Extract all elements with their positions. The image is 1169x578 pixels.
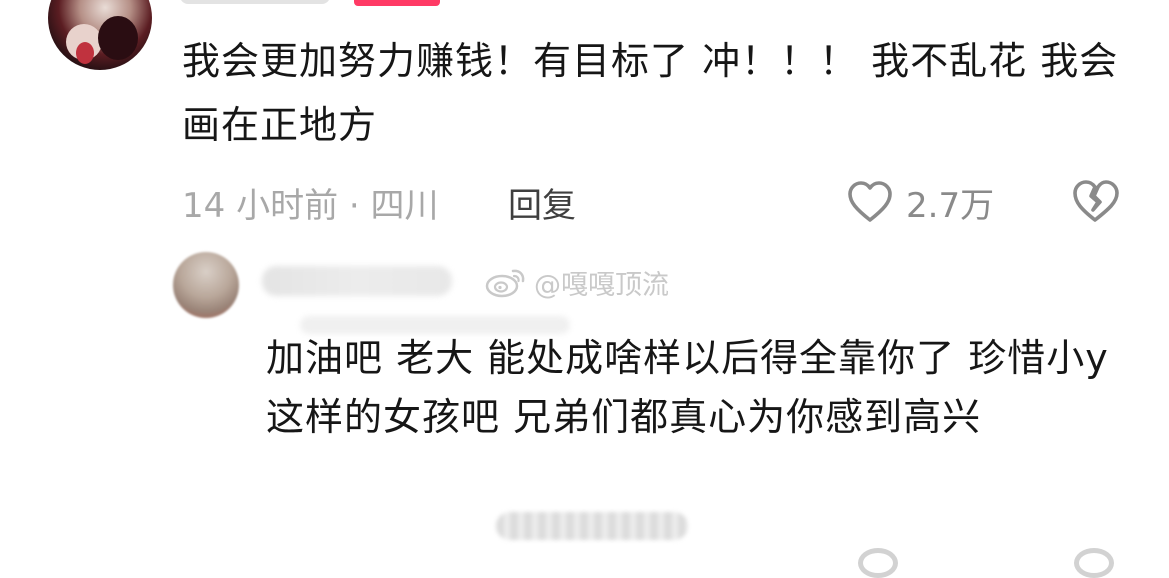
like-button[interactable]: 2.7万 [846, 174, 994, 230]
dislike-button[interactable] [1070, 178, 1120, 226]
heart-outline-icon [848, 181, 892, 222]
reply-avatar[interactable] [173, 252, 239, 318]
author-tag [354, 0, 440, 6]
dislike-icon-cropped[interactable] [1074, 548, 1114, 578]
reply-username-blurred [262, 266, 452, 296]
weibo-logo-icon [485, 269, 525, 298]
comment-time-location: 14 小时前 · 四川 [182, 176, 439, 228]
reply-button[interactable]: 回复 [508, 176, 576, 228]
watermark: @嘎嘎顶流 [484, 262, 669, 302]
avatar[interactable] [48, 0, 152, 70]
reply-meta-blurred [496, 512, 688, 540]
reply-text: 加油吧 老大 能处成啥样以后得全靠你了 珍惜小y这样的女孩吧 兄弟们都真心为你感… [266, 336, 1109, 439]
like-count: 2.7万 [906, 185, 995, 226]
watermark-text: @嘎嘎顶流 [534, 269, 669, 301]
username-remnant [180, 0, 330, 4]
comment-text: 我会更加努力赚钱！有目标了 冲！！！ 我不乱花 我会画在正地方 [182, 39, 1119, 147]
like-icon-cropped[interactable] [858, 548, 898, 578]
time-location-label: 14 小时前 · 四川 [182, 185, 439, 226]
reply-label: 回复 [508, 185, 576, 226]
broken-heart-icon [1073, 180, 1119, 222]
